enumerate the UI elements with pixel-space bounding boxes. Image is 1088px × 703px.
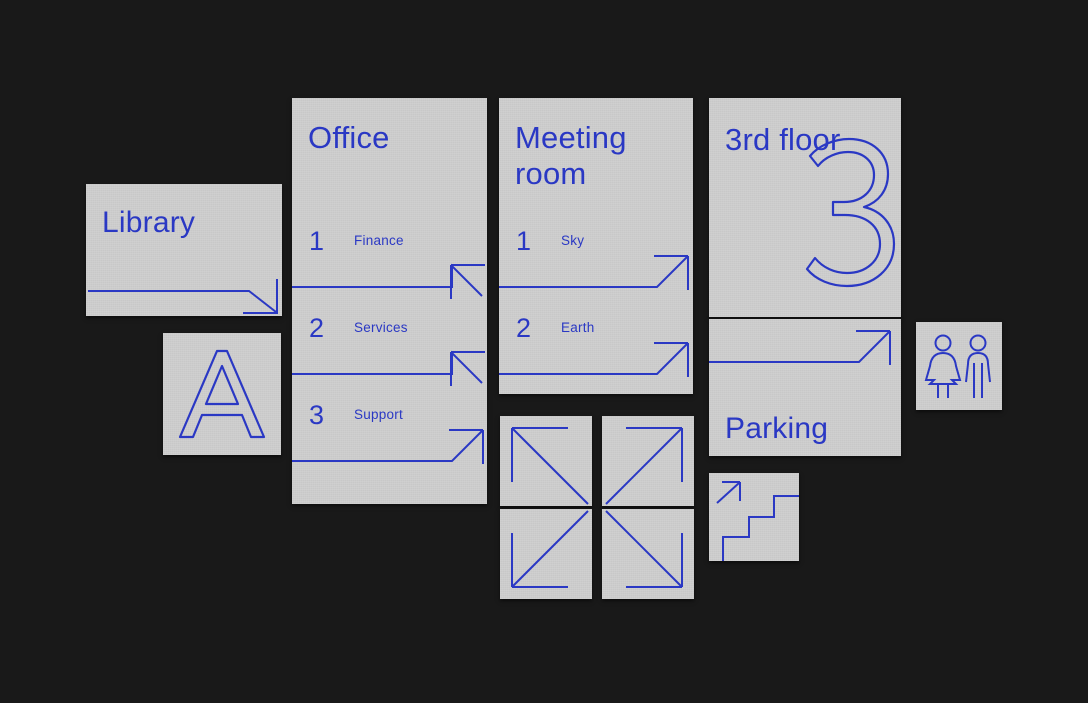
female-pictogram-icon	[924, 334, 962, 398]
arrow-tile-down-left[interactable]	[500, 509, 592, 599]
arrow-down-right-icon	[605, 510, 683, 588]
arrow-up-right-icon	[709, 330, 891, 365]
arrow-up-right-icon	[605, 427, 683, 505]
letter-a-sign[interactable]	[163, 333, 281, 455]
library-sign[interactable]: Library	[86, 184, 282, 316]
male-pictogram-icon	[965, 334, 991, 398]
stairs-group	[716, 481, 799, 561]
arrow-down-left-icon	[511, 510, 589, 588]
arrow-tile-up-left[interactable]	[500, 416, 592, 506]
arrow-up-right-icon	[716, 481, 741, 504]
arrow-up-left-icon	[292, 263, 485, 299]
numeral-3-outline-icon	[805, 137, 896, 288]
parking-sign[interactable]: Parking	[709, 319, 901, 456]
arrow-up-right-icon	[499, 255, 689, 290]
office-arrows-group	[292, 263, 485, 464]
arrow-up-left-icon	[511, 427, 589, 505]
arrow-up-left-icon	[292, 350, 485, 386]
stairs-up-icon	[722, 495, 799, 561]
arrow-down-right-icon	[88, 279, 278, 314]
arrow-tile-down-right[interactable]	[602, 509, 694, 599]
meeting-room-directory-sign[interactable]: Meeting room 1 Sky 2 Earth	[499, 98, 693, 394]
office-directory-sign[interactable]: Office 1 Finance 2 Services 3 Support	[292, 98, 487, 504]
letter-a-outline-icon	[178, 349, 266, 439]
restroom-sign[interactable]	[916, 322, 1002, 410]
arrow-tile-up-right[interactable]	[602, 416, 694, 506]
meeting-arrows-group	[499, 255, 689, 377]
restroom-pictograms-group	[924, 334, 991, 398]
arrow-up-right-icon	[499, 342, 689, 377]
stairs-sign[interactable]	[709, 473, 799, 561]
third-floor-sign[interactable]: 3rd floor	[709, 98, 901, 317]
signage-board: Library Office 1 Finance 2 Services 3 Su…	[0, 0, 1088, 703]
arrow-up-right-icon	[292, 429, 484, 464]
